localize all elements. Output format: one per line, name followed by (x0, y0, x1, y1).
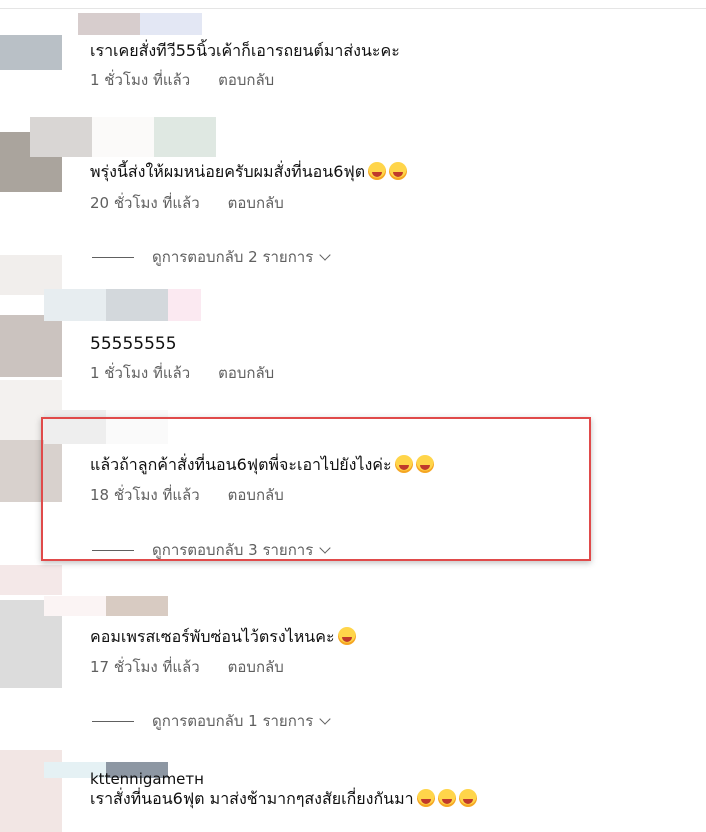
view-replies-label: ดูการตอบกลับ 2 รายการ (152, 248, 314, 266)
avatar[interactable] (0, 565, 62, 595)
comment-meta: 20 ชั่วโมง ที่แล้ว ตอบกลับ (90, 192, 706, 214)
comment: คอมเพรสเซอร์พับซ่อนไว้ตรงไหนคะ 17 ชั่วโม… (90, 626, 706, 678)
highlight-box (41, 417, 591, 561)
author-name-blurred[interactable] (44, 596, 168, 616)
avatar[interactable] (0, 315, 62, 377)
divider (92, 720, 134, 722)
sweat-smile-face-icon (337, 627, 356, 645)
comment-time: 1 ชั่วโมง ที่แล้ว (90, 364, 191, 382)
chevron-down-icon (319, 249, 331, 261)
reply-button[interactable]: ตอบกลับ (218, 71, 274, 89)
chevron-down-icon (319, 713, 331, 725)
rolling-laughing-face-icon (458, 789, 477, 807)
comment-text-body: เราสั่งที่นอน6ฟุต มาส่งช้ามากๆสงสัยเกี่ย… (90, 789, 414, 808)
view-replies-button[interactable]: ดูการตอบกลับ 1 รายการ (92, 709, 331, 733)
divider (92, 256, 134, 258)
comment-text: คอมเพรสเซอร์พับซ่อนไว้ตรงไหนคะ (90, 626, 706, 648)
comment-time: 20 ชั่วโมง ที่แล้ว (90, 194, 200, 212)
comment-text: เราเคยสั่งทีวี55นิ้วเค้าก็เอารถยนต์มาส่ง… (90, 41, 400, 60)
comment-text-body: พรุ่งนี้ส่งให้ผมหน่อยครับผมสั่งที่นอน6ฟุ… (90, 162, 366, 181)
comment: 55555555 1 ชั่วโมง ที่แล้ว ตอบกลับ (90, 333, 706, 384)
comment-time: 17 ชั่วโมง ที่แล้ว (90, 658, 200, 676)
reply-button[interactable]: ตอบกลับ (228, 194, 284, 212)
author-name[interactable]: kttennigameтн (90, 770, 706, 788)
comment: เราเคยสั่งทีวี55นิ้วเค้าก็เอารถยนต์มาส่ง… (90, 40, 706, 91)
comment-meta: 1 ชั่วโมง ที่แล้ว ตอบกลับ (90, 69, 706, 91)
author-name-blurred[interactable] (30, 117, 216, 157)
comment-text: 55555555 (90, 334, 177, 354)
comment-meta: 17 ชั่วโมง ที่แล้ว ตอบกลับ (90, 656, 706, 678)
comment-text: พรุ่งนี้ส่งให้ผมหน่อยครับผมสั่งที่นอน6ฟุ… (90, 161, 706, 183)
rolling-laughing-face-icon (437, 789, 456, 807)
comment-time: 1 ชั่วโมง ที่แล้ว (90, 71, 191, 89)
rolling-laughing-face-icon (416, 789, 435, 807)
comment-text-body: คอมเพรสเซอร์พับซ่อนไว้ตรงไหนคะ (90, 627, 335, 646)
comment-text: เราสั่งที่นอน6ฟุต มาส่งช้ามากๆสงสัยเกี่ย… (90, 788, 706, 810)
reply-button[interactable]: ตอบกลับ (218, 364, 274, 382)
grinning-face-icon (368, 162, 387, 180)
author-name-blurred[interactable] (78, 13, 202, 35)
author-name-blurred[interactable] (44, 289, 201, 321)
comment: kttennigameтн เราสั่งที่นอน6ฟุต มาส่งช้า… (90, 770, 706, 810)
view-replies-label: ดูการตอบกลับ 1 รายการ (152, 712, 314, 730)
grinning-face-icon (389, 162, 408, 180)
top-divider (0, 8, 706, 9)
reply-button[interactable]: ตอบกลับ (228, 658, 284, 676)
avatar[interactable] (0, 35, 62, 70)
comment: พรุ่งนี้ส่งให้ผมหน่อยครับผมสั่งที่นอน6ฟุ… (90, 161, 706, 214)
view-replies-button[interactable]: ดูการตอบกลับ 2 รายการ (92, 245, 331, 269)
comment-meta: 1 ชั่วโมง ที่แล้ว ตอบกลับ (90, 362, 706, 384)
